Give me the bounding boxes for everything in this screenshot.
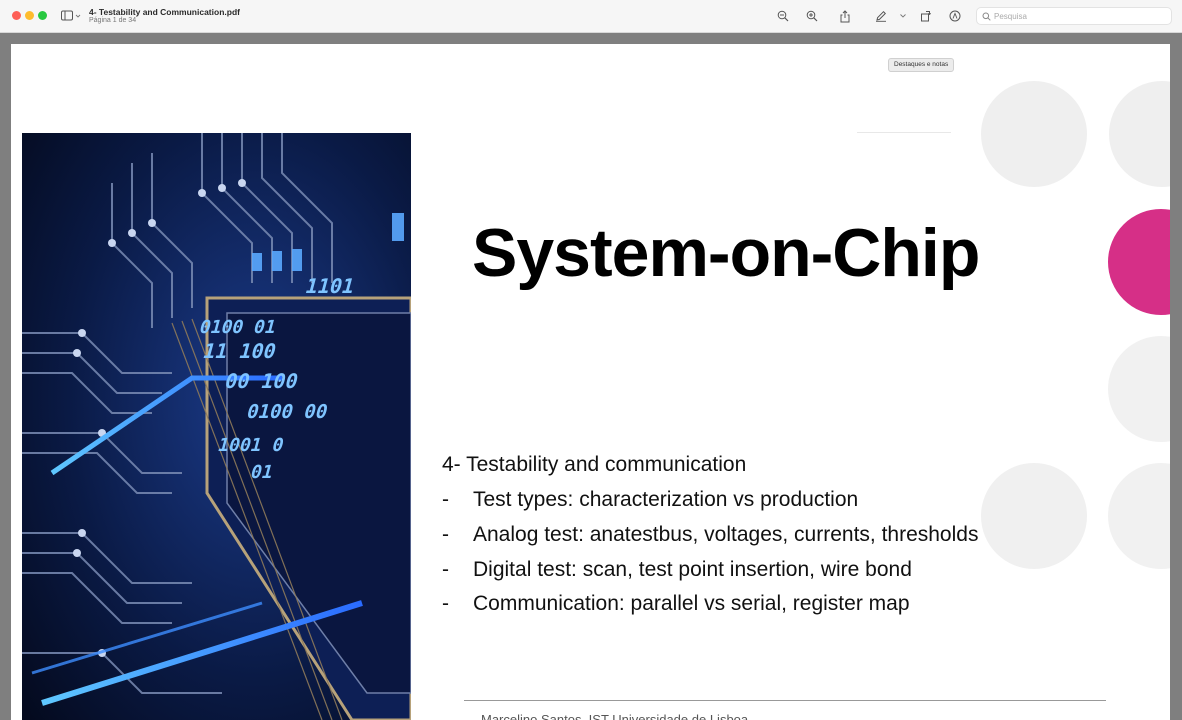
zoom-out-button[interactable] (776, 8, 790, 24)
markup-button[interactable] (874, 8, 888, 24)
bullet-dash: - (442, 558, 449, 581)
chip-binary-text: 11 100 (200, 339, 279, 363)
chip-binary-text: 00 100 (222, 369, 301, 393)
chip-binary-text: 1001 0 (215, 435, 286, 456)
sidebar-toggle-button[interactable] (60, 8, 82, 24)
markup-circle-icon (949, 10, 961, 22)
close-window-button[interactable] (12, 11, 21, 20)
bullet-text: Test types: characterization vs producti… (473, 488, 859, 511)
bullet-text: Communication: parallel vs serial, regis… (473, 592, 910, 615)
slide-title: System-on-Chip (472, 215, 980, 291)
sidebar-icon (61, 10, 81, 21)
circuit-board-image: 1101 0100 01 11 100 00 100 0100 00 1001 0 01 (22, 133, 411, 720)
decorative-circle (1108, 336, 1170, 442)
zoom-in-icon (806, 10, 818, 22)
zoom-out-icon (777, 10, 789, 22)
bullet-dash: - (442, 488, 449, 511)
rotate-button[interactable] (919, 8, 933, 24)
decorative-circle (1108, 463, 1170, 569)
markup-menu-button[interactable] (898, 8, 908, 24)
search-placeholder: Pesquisa (994, 12, 1027, 21)
zoom-window-button[interactable] (38, 11, 47, 20)
chip-binary-text: 0100 01 (197, 317, 278, 338)
minimize-window-button[interactable] (25, 11, 34, 20)
search-field[interactable]: Pesquisa (976, 7, 1172, 25)
chip-binary-text: 0100 00 (244, 400, 330, 423)
rotate-icon (921, 11, 932, 22)
highlight-button[interactable] (948, 8, 962, 24)
page-indicator: Página 1 de 34 (89, 17, 137, 24)
chip-binary-text: 1101 (303, 274, 357, 298)
highlights-tooltip: Destaques e notas (888, 58, 955, 72)
pdf-page[interactable]: 1101 0100 01 11 100 00 100 0100 00 1001 0 01 S… (11, 44, 1170, 720)
chevron-down-icon (900, 14, 906, 18)
slide-subtitle: 4- Testability and communication (442, 453, 747, 476)
bullet-text: Analog test: anatestbus, voltages, curre… (473, 523, 979, 546)
document-viewer[interactable]: 1101 0100 01 11 100 00 100 0100 00 1001 0 01 S… (0, 33, 1182, 720)
slide-footer: Marcelino Santos, IST Universidade de Li… (481, 712, 749, 720)
share-button[interactable] (838, 8, 852, 24)
bullet-dash: - (442, 592, 449, 615)
decorative-circle (981, 81, 1087, 187)
search-icon (982, 12, 991, 21)
pencil-icon (876, 10, 887, 22)
share-icon (840, 9, 850, 22)
document-title: 4- Testability and Communication.pdf (89, 7, 240, 17)
zoom-in-button[interactable] (805, 8, 819, 24)
footer-divider (464, 700, 1106, 701)
slide-edge-line (857, 132, 951, 133)
bullet-dash: - (442, 523, 449, 546)
decorative-circle (981, 463, 1087, 569)
bullet-text: Digital test: scan, test point insertion… (473, 558, 912, 581)
decorative-circle (1109, 81, 1170, 187)
title-bar: 4- Testability and Communication.pdf Pág… (0, 0, 1182, 33)
decorative-circle-accent (1108, 209, 1170, 315)
